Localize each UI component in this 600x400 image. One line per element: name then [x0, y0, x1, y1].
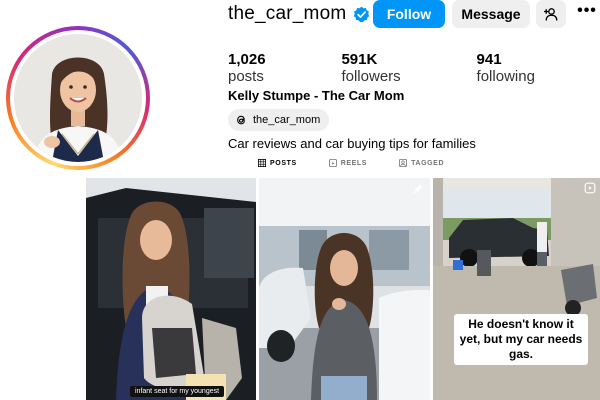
profile-full-name: Kelly Stumpe - The Car Mom [228, 88, 405, 103]
posts-grid: infant seat for my youngest He doesn't k… [86, 178, 600, 400]
reel-icon [584, 182, 596, 194]
post-caption-overlay: He doesn't know it yet, but my car needs… [454, 314, 588, 365]
tab-posts[interactable]: POSTS [258, 159, 297, 167]
grid-icon [258, 159, 266, 167]
followers-stat[interactable]: 591K followers [341, 51, 440, 85]
following-label: following [476, 68, 535, 85]
following-count: 941 [476, 51, 502, 68]
avatar-frame [10, 30, 146, 166]
profile-tabs: POSTS REELS TAGGED [258, 159, 476, 167]
add-user-icon [543, 7, 557, 21]
post-tile[interactable]: infant seat for my youngest [86, 178, 256, 400]
threads-link[interactable]: the_car_mom [228, 109, 330, 131]
suggested-users-button[interactable] [536, 0, 566, 28]
tab-tagged[interactable]: TAGGED [399, 159, 444, 167]
username-row: the_car_mom [228, 0, 370, 28]
posts-count: 1,026 [228, 51, 266, 68]
profile-stats: 1,026 posts 591K followers 941 following [228, 51, 600, 85]
post-caption-overlay: infant seat for my youngest [130, 386, 225, 397]
following-stat[interactable]: 941 following [477, 51, 564, 85]
threads-icon [237, 115, 245, 125]
followers-label: followers [341, 68, 401, 85]
tab-posts-label: POSTS [270, 159, 297, 167]
follow-button[interactable]: Follow [373, 0, 445, 28]
post-image [433, 178, 600, 400]
profile-bio: Car reviews and car buying tips for fami… [228, 136, 476, 151]
message-button[interactable]: Message [452, 0, 530, 28]
followers-count: 591K [341, 51, 378, 68]
post-image [259, 178, 430, 400]
profile-avatar-ring[interactable] [6, 26, 150, 170]
posts-stat: 1,026 posts [228, 51, 305, 85]
tab-tagged-label: TAGGED [411, 159, 445, 167]
avatar-image [14, 34, 142, 162]
verified-badge-icon [354, 6, 370, 22]
post-tile[interactable]: He doesn't know it yet, but my car needs… [433, 178, 600, 400]
threads-handle: the_car_mom [253, 114, 321, 126]
posts-label: posts [228, 68, 264, 85]
profile-username: the_car_mom [228, 3, 347, 24]
profile-avatar [14, 34, 142, 162]
reels-icon [328, 159, 337, 167]
tab-reels-label: REELS [340, 159, 368, 167]
more-options-icon[interactable]: ••• [576, 2, 598, 24]
post-tile[interactable] [259, 178, 430, 400]
tab-reels[interactable]: REELS [328, 159, 368, 167]
pin-icon [412, 184, 423, 195]
tagged-icon [399, 159, 408, 167]
post-image [86, 178, 256, 400]
